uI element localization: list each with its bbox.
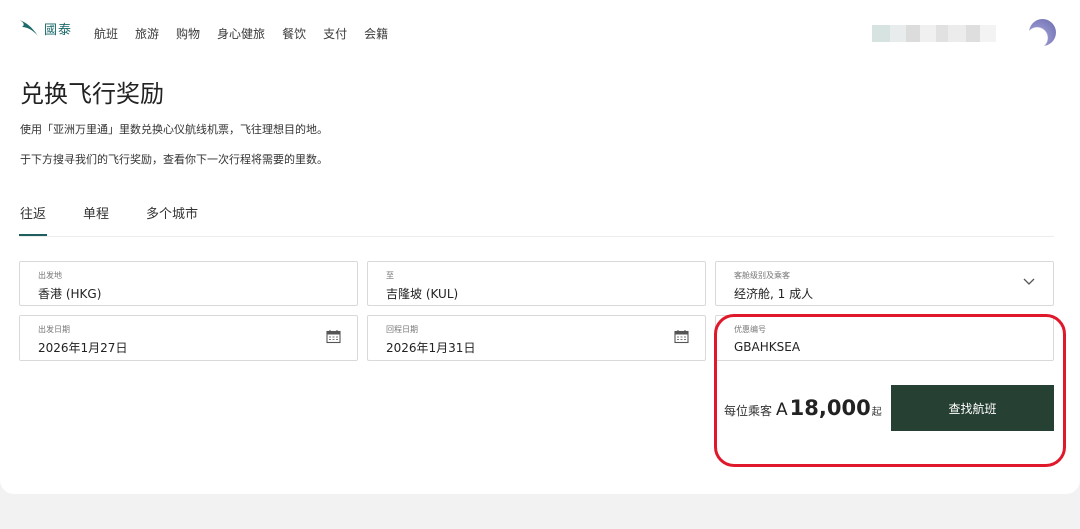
promo-code-label: 优惠编号 bbox=[734, 325, 766, 334]
cabin-label: 客舱级别及乘客 bbox=[734, 271, 790, 280]
nav-dining[interactable]: 餐饮 bbox=[282, 25, 306, 42]
depart-date-value: 2026年1月27日 bbox=[38, 341, 128, 355]
brand-logo[interactable]: 國泰 bbox=[18, 18, 72, 38]
cabin-value: 经济舱, 1 成人 bbox=[734, 287, 814, 301]
page-description-1: 使用「亚洲万里通」里数兑换心仪航线机票，飞往理想目的地。 bbox=[20, 123, 328, 136]
cabin-passengers-select[interactable]: 客舱级别及乘客 经济舱, 1 成人 bbox=[715, 261, 1054, 306]
calendar-icon[interactable] bbox=[326, 329, 341, 344]
price-per-passenger: 每位乘客 A 18,000 起 bbox=[724, 396, 882, 420]
nav-membership[interactable]: 会籍 bbox=[364, 25, 388, 42]
promo-code-value: GBAHKSEA bbox=[734, 340, 801, 354]
calendar-icon[interactable] bbox=[674, 329, 689, 344]
promo-code-input[interactable]: 优惠编号 GBAHKSEA bbox=[715, 315, 1054, 361]
tab-multi-city[interactable]: 多个城市 bbox=[146, 203, 198, 222]
nav-shopping[interactable]: 购物 bbox=[176, 25, 200, 42]
depart-date-field[interactable]: 出发日期 2026年1月27日 bbox=[19, 315, 358, 361]
chevron-down-icon[interactable] bbox=[1023, 278, 1035, 286]
page-title: 兑换飞行奖励 bbox=[20, 80, 164, 108]
nav-flights[interactable]: 航班 bbox=[94, 25, 118, 42]
origin-field[interactable]: 出发地 香港 (HKG) bbox=[19, 261, 358, 306]
destination-label: 至 bbox=[386, 271, 394, 280]
destination-field[interactable]: 至 吉隆坡 (KUL) bbox=[367, 261, 706, 306]
search-flights-button[interactable]: 查找航班 bbox=[891, 385, 1054, 431]
tab-round-trip[interactable]: 往返 bbox=[20, 203, 46, 222]
origin-value: 香港 (HKG) bbox=[38, 287, 102, 301]
brand-name: 國泰 bbox=[44, 22, 73, 38]
page-description-2: 于下方搜寻我们的飞行奖励，查看你下一次行程将需要的里数。 bbox=[20, 153, 328, 166]
return-date-value: 2026年1月31日 bbox=[386, 341, 476, 355]
return-date-label: 回程日期 bbox=[386, 325, 418, 334]
nav-payment[interactable]: 支付 bbox=[323, 25, 347, 42]
depart-date-label: 出发日期 bbox=[38, 325, 70, 334]
asia-miles-symbol: A bbox=[776, 400, 788, 420]
user-info-blurred[interactable] bbox=[872, 25, 996, 42]
avatar[interactable] bbox=[1029, 19, 1056, 46]
trip-type-tabs: 往返 单程 多个城市 bbox=[20, 203, 235, 222]
return-date-field[interactable]: 回程日期 2026年1月31日 bbox=[367, 315, 706, 361]
origin-label: 出发地 bbox=[38, 271, 62, 280]
price-suffix: 起 bbox=[871, 407, 882, 418]
main-card: 國泰 航班 旅游 购物 身心健旅 餐饮 支付 会籍 兑换飞行奖励 使用「亚洲万里… bbox=[0, 0, 1080, 494]
cathay-wing-icon bbox=[19, 20, 38, 36]
tab-one-way[interactable]: 单程 bbox=[83, 203, 109, 222]
destination-value: 吉隆坡 (KUL) bbox=[386, 287, 459, 301]
main-nav: 航班 旅游 购物 身心健旅 餐饮 支付 会籍 bbox=[94, 25, 405, 42]
price-label: 每位乘客 bbox=[724, 404, 773, 418]
price-amount: 18,000 bbox=[789, 396, 871, 420]
tabs-divider bbox=[19, 236, 1054, 237]
nav-travel[interactable]: 旅游 bbox=[135, 25, 159, 42]
nav-wellness[interactable]: 身心健旅 bbox=[217, 25, 265, 42]
